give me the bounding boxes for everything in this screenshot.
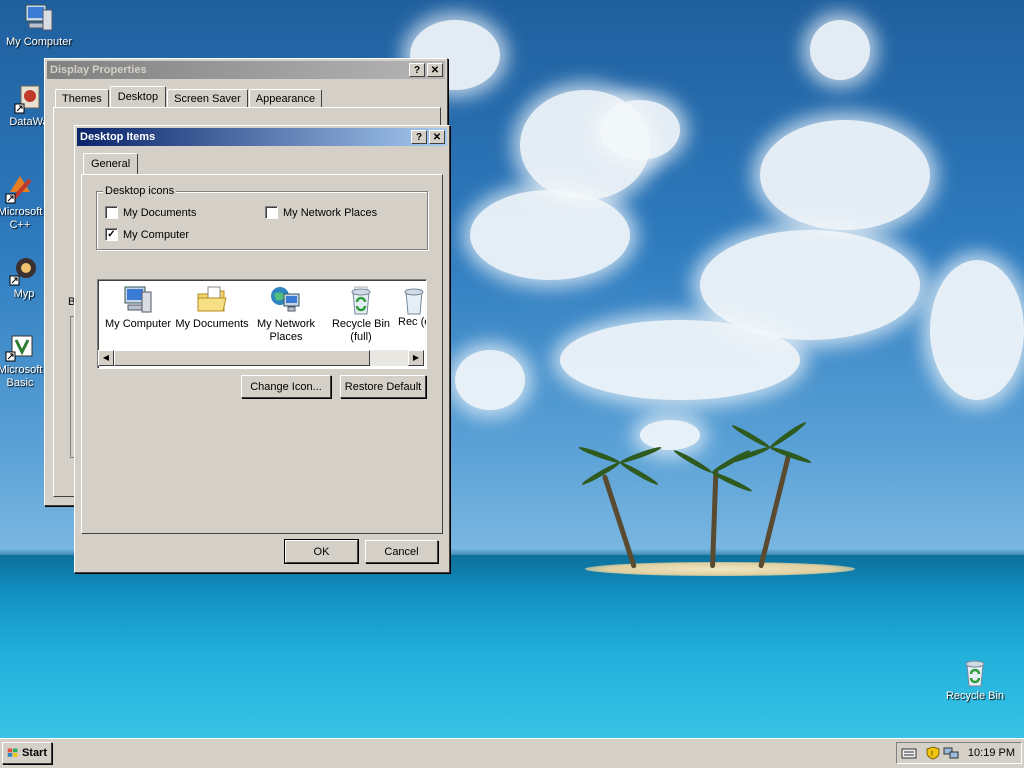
recycle-bin-empty-icon [404,288,424,315]
visual-basic-icon [5,335,33,362]
scroll-left-icon[interactable]: ◀ [98,350,114,366]
desktop-icons-group: Desktop icons My Documents My Network Pl… [96,185,428,250]
recycle-bin-icon [965,660,985,687]
checkbox-box[interactable] [105,206,118,219]
list-item-label: Recycle Bin (full) [331,318,391,343]
desktop-icon-label: Recycle Bin [945,690,1005,702]
list-item-label: My Documents [175,318,249,330]
list-item-my-computer[interactable]: My Computer [100,284,176,331]
application-icon [14,85,40,114]
scroll-right-icon[interactable]: ▶ [408,350,424,366]
keyboard-icon[interactable] [901,746,917,760]
checkbox-box[interactable]: ✓ [105,228,118,241]
cloud [600,100,680,160]
taskbar: Start ! 10:19 PM [0,738,1024,768]
clock[interactable]: 10:19 PM [968,747,1015,759]
tab-screen-saver[interactable]: Screen Saver [167,89,248,107]
list-item-recycle-bin-full[interactable]: Recycle Bin (full) [323,284,399,344]
list-item-my-documents[interactable]: My Documents [174,284,250,331]
tab-general[interactable]: General [83,153,139,174]
list-item-label: My Network Places [256,318,316,343]
list-item-label: Rec (e [398,316,426,328]
start-button[interactable]: Start [2,742,52,764]
close-button[interactable]: ✕ [429,130,445,144]
general-tab-panel: Desktop icons My Documents My Network Pl… [81,174,443,534]
window-title: Desktop Items [80,131,156,143]
desktop-icon-my-computer[interactable]: My Computer [2,2,76,49]
my-computer-icon [124,286,152,313]
desktop-icon-microsoft-cpp[interactable]: Microsoft C++ [0,172,48,232]
cloud [640,420,700,450]
desktop-items-titlebar[interactable]: Desktop Items ? ✕ [77,128,447,146]
checkbox-label: My Network Places [283,206,378,219]
cloud [455,350,525,410]
desktop-icon-label: Microsoft Basic [0,364,43,389]
desktop-icon-microsoft-basic[interactable]: Microsoft Basic [0,330,48,390]
application-icon [9,258,36,286]
display-properties-titlebar[interactable]: Display Properties ? ✕ [47,61,445,79]
my-computer-icon [25,4,53,31]
cloud [470,190,630,280]
cloud [760,120,930,230]
desktop-icon-label: Microsoft C++ [0,206,43,231]
my-documents-icon [197,286,227,312]
checkbox-label: My Documents [123,206,197,219]
list-item-recycle-bin-empty[interactable]: Rec (e [398,284,426,329]
cloud [810,20,870,80]
icon-list: My Computer My Documents My Network Plac… [97,279,427,369]
help-button[interactable]: ? [411,130,427,144]
restore-default-button[interactable]: Restore Default [340,375,426,398]
tab-themes[interactable]: Themes [55,89,109,107]
list-item-label: My Computer [104,318,172,330]
checkbox-my-documents[interactable]: My Documents [105,206,196,219]
checkbox-my-network-places[interactable]: My Network Places [265,206,377,219]
help-button[interactable]: ? [409,63,425,77]
checkbox-my-computer[interactable]: ✓ My Computer [105,228,189,241]
checkbox-label: My Computer [123,228,190,241]
visual-cpp-icon [5,176,32,204]
change-icon-button[interactable]: Change Icon... [241,375,331,398]
checkbox-box[interactable] [265,206,278,219]
list-item-my-network-places[interactable]: My Network Places [248,284,324,344]
tab-appearance[interactable]: Appearance [248,89,323,107]
desktop-icon-label: Myp [13,288,35,300]
cancel-button[interactable]: Cancel [365,540,438,563]
window-title: Display Properties [50,64,147,76]
ok-button[interactable]: OK [284,539,359,564]
system-tray: ! 10:19 PM [896,742,1022,764]
cloud [930,260,1024,400]
horizontal-scrollbar[interactable]: ◀ ▶ [98,350,424,366]
cloud [560,320,800,400]
desktop-icon-label: My Computer [5,36,73,48]
tab-desktop[interactable]: Desktop [109,86,167,107]
network-places-icon [271,287,300,312]
desktop-items-dialog: Desktop Items ? ✕ General Desktop icons … [74,125,450,573]
start-label: Start [21,747,47,759]
desktop-icon-myp[interactable]: Myp [0,254,48,301]
close-button[interactable]: ✕ [427,63,443,77]
recycle-bin-full-icon [351,286,371,315]
sea [0,555,1024,738]
windows-logo-icon [7,748,18,757]
network-icon[interactable] [943,746,959,760]
group-label: Desktop icons [103,185,177,197]
security-shield-icon[interactable]: ! [925,746,941,760]
desktop-icon-recycle-bin[interactable]: Recycle Bin [938,656,1012,703]
island [585,562,855,576]
scrollbar-thumb[interactable] [114,350,370,366]
svg-text:!: ! [931,751,933,758]
